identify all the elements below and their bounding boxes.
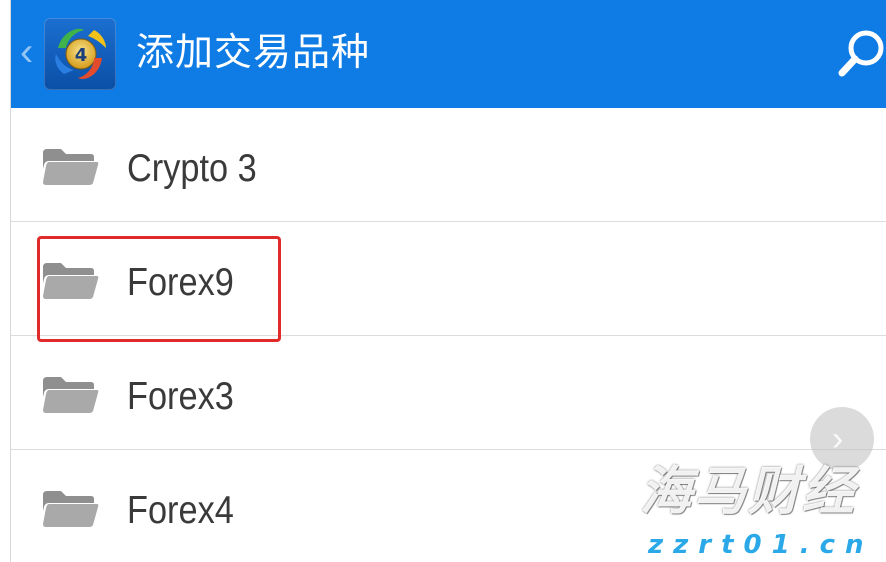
list-item-crypto-3[interactable]: Crypto 3 [11,108,886,222]
list-item-label: Crypto 3 [127,147,257,190]
watermark-url: zzrt01.cn [648,530,874,560]
chevron-left-icon[interactable]: ‹ [20,32,44,72]
page-title: 添加交易品种 [136,30,371,74]
metatrader-logo-icon: 4 [44,18,116,90]
chevron-right-icon: › [832,420,844,458]
list-item-forex9[interactable]: Forex9 [11,222,886,336]
list-item-label: Forex4 [127,489,234,532]
list-item-label: Forex3 [127,375,234,418]
watermark-title: 海马财经 [640,462,857,522]
app-bar: ‹ 4 添加交易品种 [10,0,886,108]
list-item-label: Forex9 [127,261,234,304]
folder-icon [41,375,99,415]
left-edge-strip [0,0,11,562]
screen: ‹ 4 添加交易品种 Crypto 3 Forex9 Forex3 Forex4… [0,0,886,562]
folder-icon [41,147,99,187]
folder-icon [41,261,99,301]
list-item-forex3[interactable]: Forex3 [11,336,886,450]
svg-text:4: 4 [75,45,88,66]
search-icon[interactable] [836,26,886,80]
folder-icon [41,489,99,529]
